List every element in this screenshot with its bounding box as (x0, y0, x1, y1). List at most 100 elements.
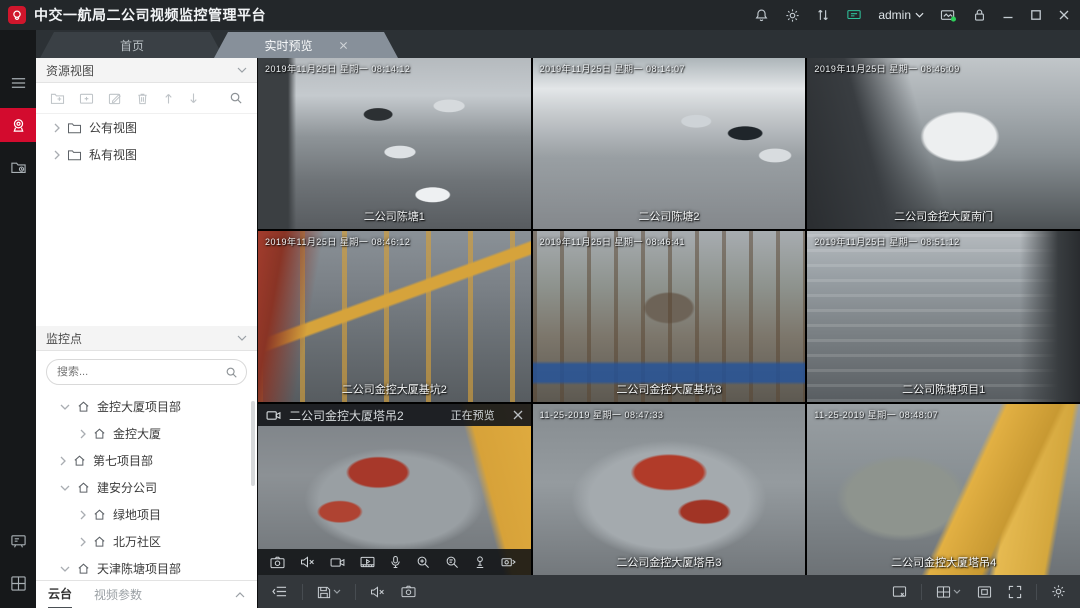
mute-all-icon[interactable] (370, 586, 385, 598)
3d-zoom-icon[interactable] (445, 555, 459, 569)
chevron-up-icon[interactable] (235, 592, 245, 598)
video-tile-2[interactable]: 2019年11月25日 星期一 08:14:07 二公司陈塘2 (533, 58, 806, 229)
preset-position-icon[interactable] (474, 555, 486, 569)
close-stream-icon[interactable] (513, 410, 523, 420)
tree-item-site[interactable]: 金控大厦 (36, 420, 257, 447)
collapse-chevron-icon[interactable] (237, 67, 247, 73)
tree-item-site[interactable]: 金控大厦项目部 (36, 393, 257, 420)
chevron-right-icon[interactable] (80, 537, 86, 547)
tile-timestamp: 11-25-2019 星期一 08:47:33 (540, 408, 664, 421)
user-menu[interactable]: admin (878, 8, 924, 22)
chevron-down-icon[interactable] (60, 404, 70, 410)
matrix-grid-icon[interactable] (0, 566, 36, 600)
chevron-down-icon[interactable] (60, 566, 70, 572)
search-input[interactable] (47, 366, 227, 378)
tree-item-site[interactable]: 绿地项目 (36, 501, 257, 528)
video-tile-9[interactable]: 11-25-2019 星期一 08:48:07 二公司金控大厦塔吊4 (807, 404, 1080, 575)
snapshot-icon[interactable] (270, 556, 285, 569)
tile-camera-label: 二公司金控大厦塔吊4 (807, 554, 1080, 570)
home-icon (93, 535, 106, 548)
delete-trash-icon[interactable] (136, 92, 149, 105)
tree-item-label: 北万社区 (113, 533, 161, 550)
tile-timestamp: 11-25-2019 星期一 08:48:07 (814, 408, 938, 421)
search-icon[interactable] (225, 366, 238, 379)
video-tile-4[interactable]: 2019年11月25日 星期一 08:46:12 二公司金控大厦基坑2 (258, 231, 531, 402)
tile-camera-name: 二公司金控大厦塔吊2 (289, 407, 404, 424)
tab-live-preview[interactable]: 实时预览 (214, 32, 398, 58)
notification-bell-icon[interactable] (754, 8, 769, 23)
resource-view-title: 资源视图 (46, 62, 94, 79)
video-tile-1[interactable]: 2019年11月25日 星期一 08:14:12 二公司陈塘1 (258, 58, 531, 229)
fullscreen-icon[interactable] (1008, 585, 1022, 599)
playback-nav-icon[interactable] (0, 150, 36, 184)
tree-item-private-views[interactable]: 私有视图 (36, 141, 257, 168)
chevron-right-icon[interactable] (60, 456, 66, 466)
video-tile-5[interactable]: 2019年11月25日 星期一 08:46:41 二公司金控大厦基坑3 (533, 231, 806, 402)
tab-ptz[interactable]: 云台 (48, 580, 72, 608)
single-screen-icon[interactable] (977, 585, 992, 599)
app-title: 中交一航局二公司视频监控管理平台 (34, 5, 266, 25)
left-panel: 资源视图 公有视图 私有视图 监控点 (36, 58, 258, 608)
home-icon (77, 400, 90, 413)
left-nav-rail (0, 30, 36, 608)
tree-item-site[interactable]: 北万社区 (36, 528, 257, 555)
tab-home-label: 首页 (120, 37, 144, 54)
instant-playback-icon[interactable] (360, 556, 375, 568)
stream-switch-icon[interactable] (816, 8, 830, 22)
close-button[interactable] (1058, 9, 1070, 21)
edit-icon[interactable] (108, 92, 122, 105)
app-logo-icon (8, 6, 26, 24)
tab-home[interactable]: 首页 (40, 32, 224, 58)
tile-camera-label: 二公司陈塘项目1 (807, 381, 1080, 397)
chevron-right-icon[interactable] (54, 150, 60, 160)
tree-item-label: 天津陈塘项目部 (97, 560, 181, 577)
chevron-down-icon[interactable] (60, 485, 70, 491)
live-camera-nav-item[interactable] (0, 108, 36, 142)
tree-item-site[interactable]: 天津陈塘项目部 (36, 555, 257, 580)
tab-close-icon[interactable] (339, 41, 348, 50)
chevron-right-icon[interactable] (54, 123, 60, 133)
tab-video-params[interactable]: 视频参数 (94, 581, 142, 608)
record-icon[interactable] (330, 557, 345, 568)
ptz-switch-icon[interactable] (501, 556, 516, 569)
video-tile-8[interactable]: 11-25-2019 星期一 08:47:33 二公司金控大厦塔吊3 (533, 404, 806, 575)
tree-item-site[interactable]: 第七项目部 (36, 447, 257, 474)
resource-view-header[interactable]: 资源视图 (36, 58, 257, 83)
digital-zoom-in-icon[interactable] (416, 555, 430, 569)
chevron-right-icon[interactable] (80, 510, 86, 520)
video-tile-6[interactable]: 2019年11月25日 星期一 08:51:12 二公司陈塘项目1 (807, 231, 1080, 402)
tree-scrollbar[interactable] (251, 401, 255, 486)
menu-list-icon[interactable] (0, 66, 36, 100)
close-all-streams-icon[interactable] (892, 585, 907, 599)
move-down-icon[interactable] (188, 92, 199, 105)
move-up-icon[interactable] (163, 92, 174, 105)
tile-timestamp: 2019年11月25日 星期一 08:46:12 (265, 235, 410, 248)
preview-settings-gear-icon[interactable] (1051, 584, 1066, 599)
maximize-button[interactable] (1030, 9, 1042, 21)
settings-gear-icon[interactable] (785, 8, 800, 23)
grid-layout-button[interactable] (936, 585, 961, 599)
tree-item-site[interactable]: 建安分公司 (36, 474, 257, 501)
snapshot-all-icon[interactable] (401, 585, 416, 598)
wall-monitor-icon[interactable] (846, 8, 862, 22)
mute-speaker-icon[interactable] (300, 556, 315, 568)
save-view-button[interactable] (317, 585, 341, 599)
home-icon (73, 454, 86, 467)
tree-item-public-views[interactable]: 公有视图 (36, 114, 257, 141)
minimize-button[interactable] (1002, 9, 1014, 21)
collapse-chevron-icon[interactable] (237, 335, 247, 341)
chevron-right-icon[interactable] (80, 429, 86, 439)
monitor-points-header[interactable]: 监控点 (36, 326, 257, 351)
search-view-icon[interactable] (229, 91, 243, 105)
grid-layout-icon (936, 585, 951, 599)
talk-mic-icon[interactable] (390, 555, 401, 569)
tv-wall-icon[interactable] (0, 524, 36, 558)
video-tile-3[interactable]: 2019年11月25日 星期一 08:46:09 二公司金控大厦南门 (807, 58, 1080, 229)
panel-toggle-icon[interactable] (272, 585, 288, 598)
lock-icon[interactable] (973, 8, 986, 22)
add-folder-icon[interactable] (50, 92, 65, 105)
video-tile-7-selected[interactable]: 二公司金控大厦塔吊2 正在预览 (258, 404, 531, 575)
tree-item-label: 金控大厦项目部 (97, 398, 181, 415)
capture-status-icon[interactable] (940, 8, 957, 23)
new-view-icon[interactable] (79, 92, 94, 105)
